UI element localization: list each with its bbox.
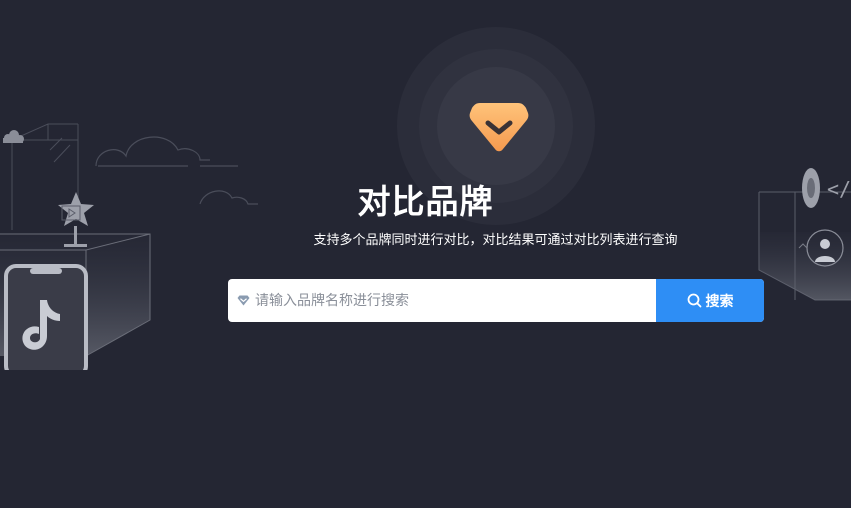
compare-brands-page: </ 对比品牌 支持多个品牌同时进行对比，对比结果可通过对比列表进行查询 请输入… — [0, 0, 851, 508]
search-button[interactable]: 搜索 — [656, 279, 764, 322]
search-input-wrapper — [228, 279, 656, 322]
right-decor-illustration: </ — [758, 168, 851, 301]
brand-search-input[interactable] — [255, 279, 656, 322]
search-button-label: 搜索 — [705, 293, 734, 310]
page-title: 对比品牌 — [357, 182, 494, 221]
page-subtitle: 支持多个品牌同时进行对比，对比结果可通过对比列表进行查询 — [313, 233, 678, 248]
brand-search-bar: 搜索 — [228, 279, 764, 322]
search-icon — [687, 293, 701, 308]
diamond-chevron-icon — [469, 103, 529, 152]
diamond-icon — [237, 295, 250, 306]
